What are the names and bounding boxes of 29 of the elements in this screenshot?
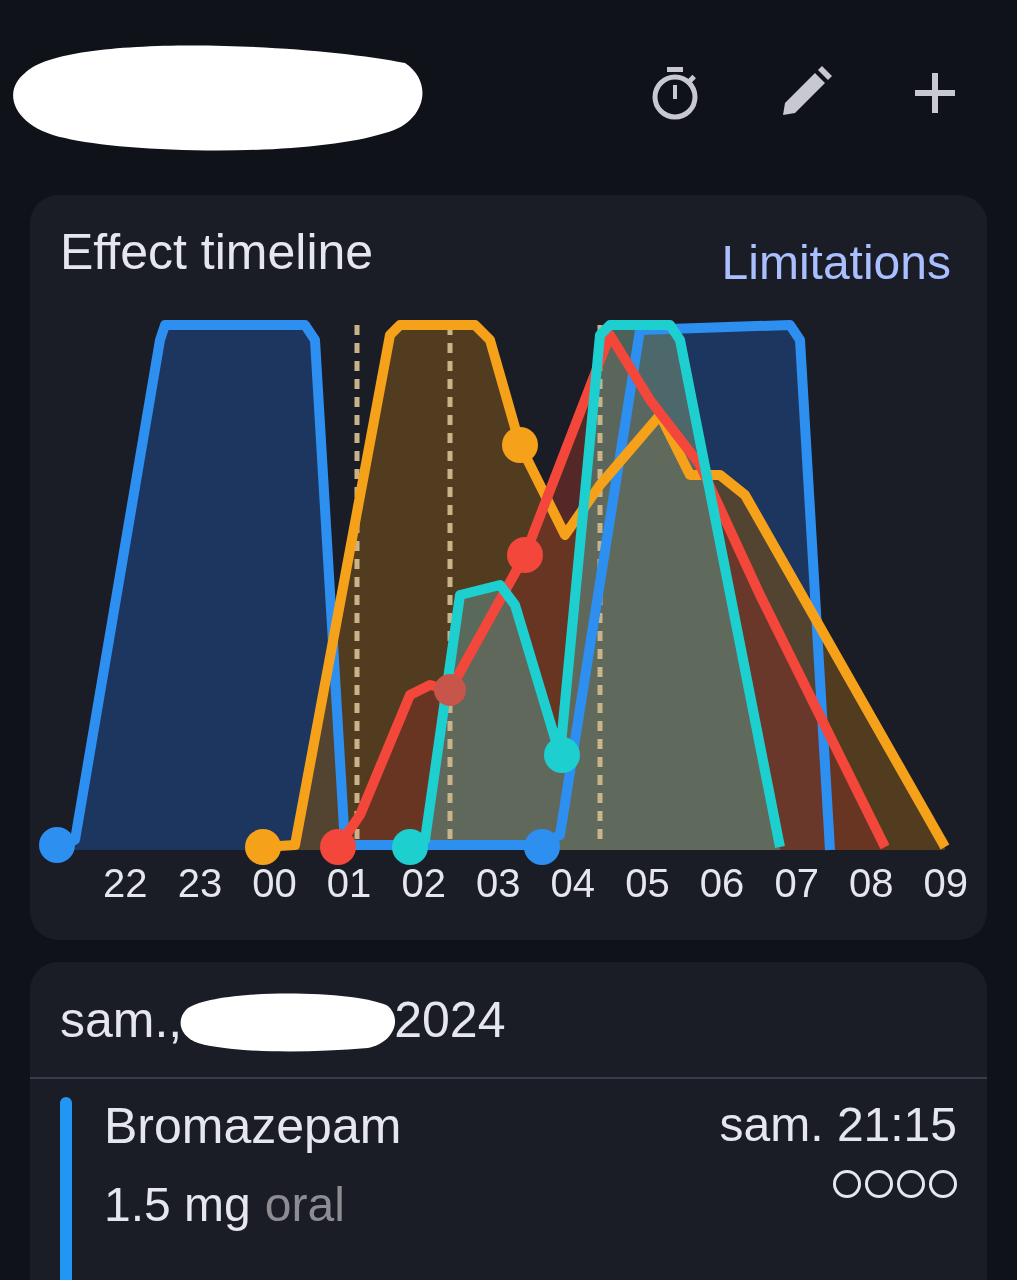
dose-point (320, 829, 356, 865)
hour-label: 08 (848, 861, 895, 906)
hour-label: 23 (176, 861, 224, 906)
hour-label: 06 (698, 861, 746, 906)
dose-point (392, 829, 428, 865)
hour-label: 00 (251, 861, 298, 906)
dose-text: 1.5 mg (104, 1177, 251, 1232)
dose-point (507, 537, 543, 573)
dose-point (524, 829, 560, 865)
card-title: Effect timeline (60, 223, 374, 282)
dose-point (544, 737, 580, 773)
dose-point (502, 427, 538, 463)
hour-label: 03 (475, 861, 522, 906)
dose-point (39, 827, 75, 863)
date-text: sam., (60, 990, 183, 1049)
hour-label: 05 (624, 861, 671, 906)
hour-label: 07 (773, 861, 820, 906)
hour-label: 02 (400, 861, 447, 906)
time-text: sam. 21:15 (719, 1097, 957, 1152)
limitations-link[interactable]: Limitations (721, 223, 951, 305)
dose-point (434, 674, 466, 706)
hour-label: 01 (325, 861, 373, 906)
route-text: oral (264, 1177, 345, 1232)
substance-name[interactable]: Bromazepam (104, 1097, 720, 1155)
hour-label: 04 (549, 861, 597, 906)
dose-point (245, 829, 281, 865)
hour-label: 09 (922, 861, 970, 906)
hour-label: 22 (102, 861, 149, 906)
date-text: 2024 (394, 990, 506, 1049)
